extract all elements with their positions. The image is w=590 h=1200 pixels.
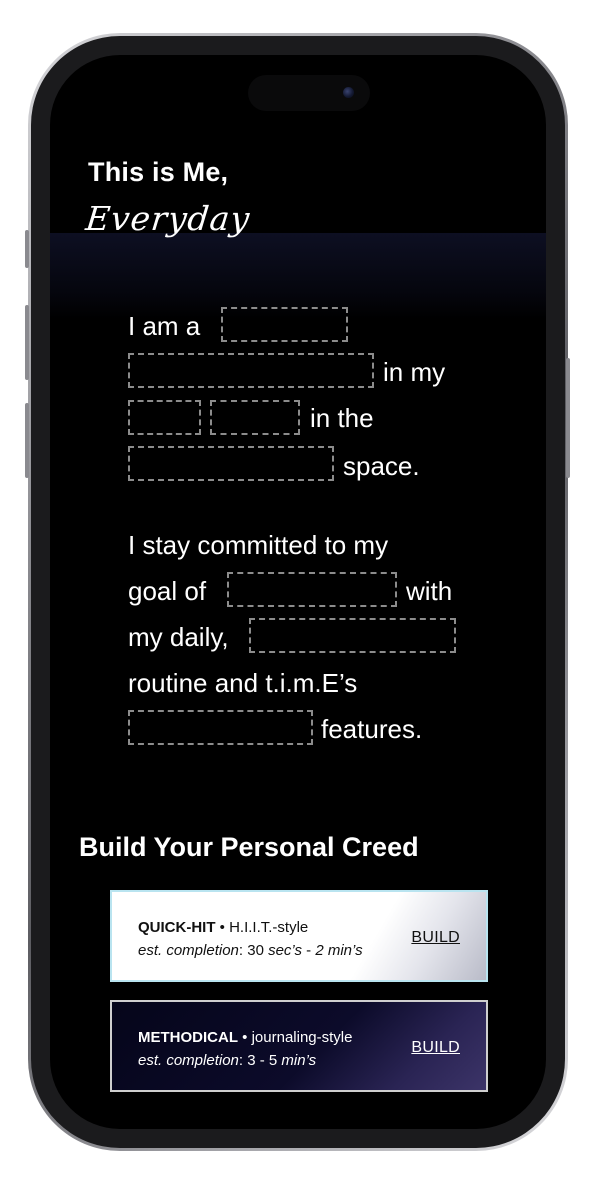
estimate-value: 3 - 5 <box>247 1052 282 1069</box>
blank-descriptor-field-1[interactable] <box>128 400 201 435</box>
quick-hit-style: H.I.I.T.-style <box>229 919 309 936</box>
estimate-colon: : <box>238 1052 248 1069</box>
bullet-separator: • <box>215 919 230 936</box>
build-section-title: Build Your Personal Creed <box>79 832 419 862</box>
action-button <box>25 230 29 268</box>
volume-down-button <box>25 403 29 478</box>
creed-text-goal-of: goal of <box>128 576 207 606</box>
blank-routine-field[interactable] <box>249 618 456 653</box>
creed-text-i-am-a: I am a <box>128 311 201 341</box>
page-title: This is Me, <box>88 157 229 187</box>
volume-up-button <box>25 305 29 380</box>
quick-hit-estimate: est. completion: 30 sec’s - 2 min’s <box>138 942 363 959</box>
dynamic-island <box>248 75 370 111</box>
quick-hit-label: QUICK-HIT <box>138 919 216 936</box>
creed-text-my-daily: my daily, <box>128 622 229 652</box>
methodical-style: journaling-style <box>251 1029 353 1046</box>
quick-hit-build-button[interactable]: BUILD <box>411 929 460 947</box>
app-screen: This is Me, Everyday I am a in my in the… <box>50 55 546 1129</box>
creed-text-features: features. <box>321 714 423 744</box>
blank-descriptor-field-2[interactable] <box>210 400 300 435</box>
power-button <box>566 358 570 478</box>
bullet-separator: • <box>238 1029 252 1046</box>
estimate-value-end: 2 min’s <box>315 942 363 959</box>
creed-text-in-my: in my <box>383 357 446 387</box>
creed-text-space: space. <box>343 451 420 481</box>
blank-role-field[interactable] <box>128 353 374 388</box>
page-subtitle-script: Everyday <box>83 199 253 238</box>
camera-icon <box>343 87 354 98</box>
methodical-estimate: est. completion: 3 - 5 min’s <box>138 1052 316 1069</box>
quick-hit-card[interactable]: QUICK-HIT • H.I.I.T.-style est. completi… <box>110 890 488 982</box>
methodical-card[interactable]: METHODICAL • journaling-style est. compl… <box>110 1000 488 1092</box>
blank-identity-field[interactable] <box>221 307 348 342</box>
creed-text-commitment: I stay committed to my <box>128 530 389 560</box>
creed-text-in-the: in the <box>310 403 374 433</box>
estimate-unit: min’s <box>281 1052 317 1069</box>
methodical-card-heading: METHODICAL • journaling-style <box>138 1029 352 1046</box>
quick-hit-card-heading: QUICK-HIT • H.I.I.T.-style <box>138 919 308 936</box>
blank-features-field[interactable] <box>128 710 313 745</box>
estimate-unit-start: sec’s <box>268 942 302 959</box>
estimate-colon: : <box>238 942 248 959</box>
estimate-label: est. completion <box>138 1052 239 1069</box>
methodical-label: METHODICAL <box>138 1029 238 1046</box>
creed-text-routine: routine and t.i.m.E’s <box>128 668 358 698</box>
blank-space-field[interactable] <box>128 446 334 481</box>
creed-text-with: with <box>406 576 453 606</box>
methodical-build-button[interactable]: BUILD <box>411 1039 460 1057</box>
blank-goal-field[interactable] <box>227 572 397 607</box>
estimate-value-start: 30 <box>247 942 269 959</box>
estimate-dash: - <box>302 942 316 959</box>
estimate-label: est. completion <box>138 942 239 959</box>
